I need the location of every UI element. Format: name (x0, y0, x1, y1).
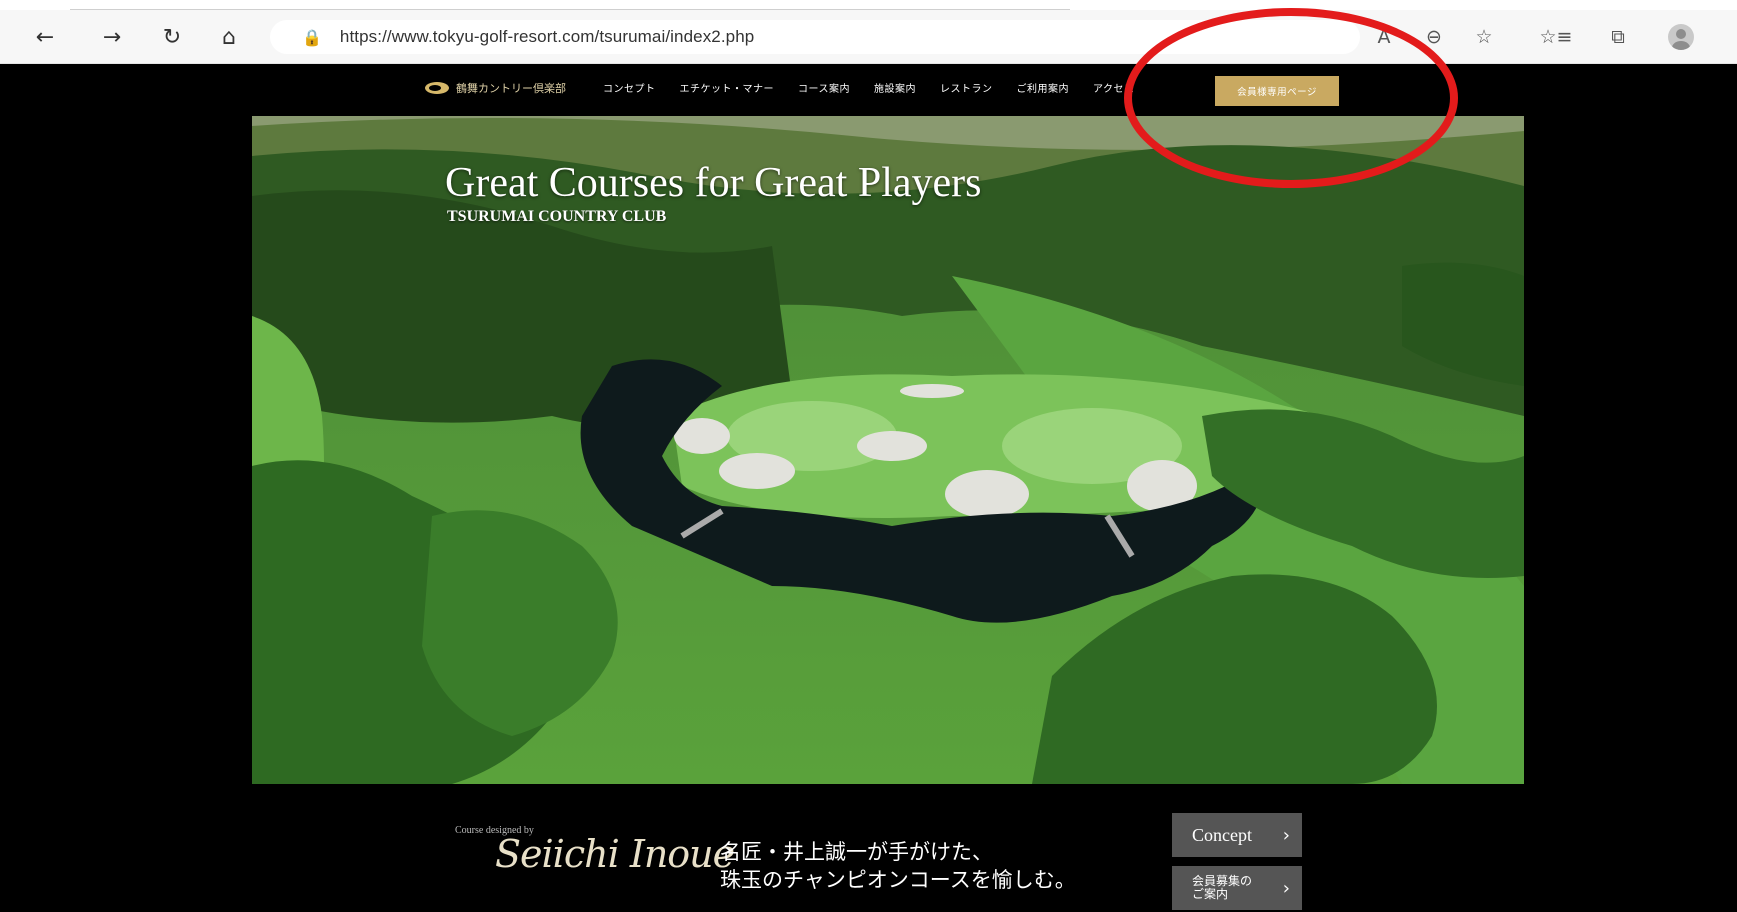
chevron-right-icon: › (1282, 824, 1290, 846)
nav-concept[interactable]: コンセプト (603, 80, 656, 95)
url-text[interactable]: https://www.tokyu-golf-resort.com/tsurum… (340, 27, 754, 47)
designer-signature: Seiichi Inoue (495, 832, 735, 876)
tab-strip (0, 0, 1737, 10)
concept-button-label: Concept (1192, 824, 1252, 845)
collections-icon[interactable]: ⧉ (1604, 20, 1632, 54)
chevron-right-icon: › (1282, 877, 1290, 899)
forward-icon[interactable]: → (95, 20, 129, 54)
logo-mark-icon (425, 82, 449, 94)
reload-icon[interactable]: ↻ (155, 20, 189, 54)
site-header: 鶴舞カントリー倶楽部 コンセプト エチケット・マナー コース案内 施設案内 レス… (0, 64, 1737, 116)
nav-access[interactable]: アクセス (1093, 80, 1135, 95)
tagline-line-2: 珠玉のチャンピオンコースを愉しむ。 (720, 868, 1076, 892)
favorites-icon[interactable]: ☆≡ (1538, 20, 1574, 54)
nav-etiquette[interactable]: エチケット・マナー (680, 80, 775, 95)
zoom-icon[interactable]: ⊖ (1420, 20, 1448, 54)
member-page-button[interactable]: 会員様専用ページ (1215, 76, 1339, 106)
hero-subtitle: TSURUMAI COUNTRY CLUB (447, 208, 667, 225)
concept-button[interactable]: Concept › (1172, 813, 1302, 857)
tagline: 名匠・井上誠一が手がけた、 珠玉のチャンピオンコースを愉しむ。 (720, 838, 1076, 894)
site-logo[interactable]: 鶴舞カントリー倶楽部 (425, 80, 566, 96)
lock-icon[interactable]: 🔒 (302, 28, 322, 47)
profile-avatar[interactable] (1668, 24, 1694, 50)
main-nav: コンセプト エチケット・マナー コース案内 施設案内 レストラン ご利用案内 ア… (603, 80, 1159, 95)
nav-restaurant[interactable]: レストラン (940, 80, 993, 95)
home-icon[interactable]: ⌂ (212, 20, 246, 54)
logo-text: 鶴舞カントリー倶楽部 (456, 82, 566, 95)
member-recruitment-button[interactable]: 会員募集の ご案内 › (1172, 866, 1302, 910)
member-recruitment-label: 会員募集の ご案内 (1192, 874, 1253, 901)
read-aloud-icon[interactable]: A (1370, 20, 1398, 54)
hero-title: Great Courses for Great Players (445, 160, 982, 206)
hero-image: Great Courses for Great Players TSURUMAI… (252, 116, 1524, 784)
browser-toolbar: ← → ↻ ⌂ 🔒 https://www.tokyu-golf-resort.… (0, 0, 1737, 64)
favorite-add-icon[interactable]: ☆ (1470, 20, 1498, 54)
back-icon[interactable]: ← (28, 20, 62, 54)
nav-course[interactable]: コース案内 (798, 80, 850, 95)
tagline-line-1: 名匠・井上誠一が手がけた、 (720, 840, 993, 864)
address-bar[interactable]: 🔒 https://www.tokyu-golf-resort.com/tsur… (270, 20, 1360, 54)
tab-strip-line (70, 9, 1070, 10)
nav-facilities[interactable]: 施設案内 (874, 80, 916, 95)
nav-usage[interactable]: ご利用案内 (1017, 80, 1070, 95)
aerial-golf-course-image (252, 116, 1524, 784)
